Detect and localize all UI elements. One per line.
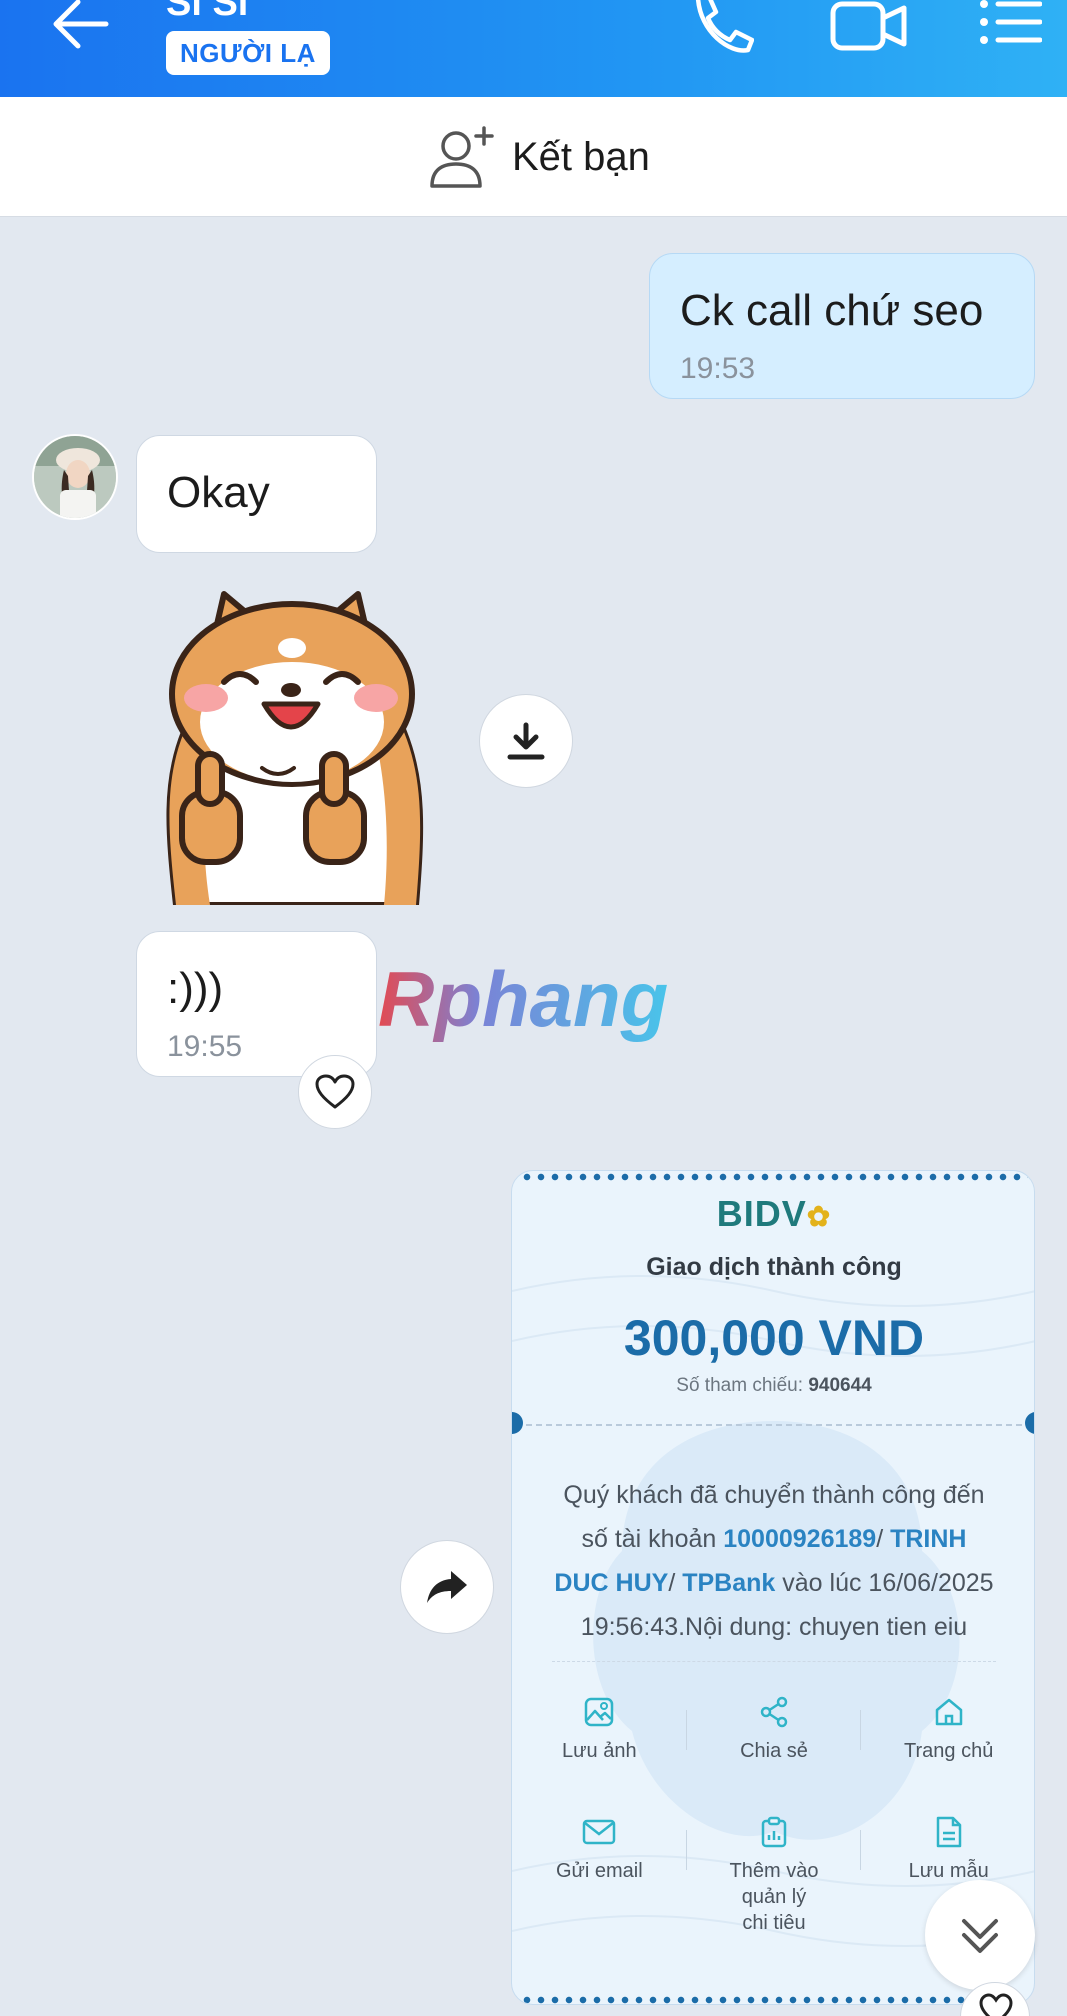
action-label: Chia sẻ (740, 1740, 808, 1762)
react-heart-button[interactable] (298, 1055, 372, 1129)
watermark: Rphang (372, 955, 702, 1056)
message-time: 19:55 (167, 1030, 243, 1063)
desc-line: số tài khoản 10000926189/ TRINH (534, 1517, 1014, 1561)
chat-header: Si Si NGƯỜI LẠ (0, 0, 1067, 97)
download-icon (507, 722, 545, 760)
options-menu-button[interactable] (978, 0, 1043, 54)
transfer-receipt-image[interactable]: BIDV✿ Giao dịch thành công 300,000 VND S… (511, 1170, 1035, 2005)
action-label: Trang chủ (904, 1740, 994, 1762)
recipient-bank: TPBank (682, 1569, 776, 1597)
bidv-flower-icon: ✿ (806, 1201, 832, 1232)
send-email-action: Gửi email (512, 1816, 687, 1936)
transaction-description: Quý khách đã chuyển thành công đến số tà… (534, 1473, 1014, 1649)
back-button[interactable] (50, 0, 110, 50)
contact-name[interactable]: Si Si (166, 0, 248, 25)
add-expense-action: Thêm vào quản lý chi tiêu (687, 1816, 862, 1936)
scroll-to-bottom-button[interactable] (925, 1880, 1035, 1990)
reference-value: 940644 (808, 1375, 872, 1396)
sticker-image[interactable] (154, 582, 429, 908)
contact-avatar[interactable] (32, 434, 118, 520)
reference-label: Số tham chiếu: (676, 1375, 804, 1396)
image-icon (585, 1697, 614, 1727)
save-image-action: Lưu ảnh (512, 1696, 687, 1764)
home-icon (935, 1698, 962, 1726)
message-bubble-incoming[interactable]: Okay (136, 435, 377, 553)
forward-button[interactable] (400, 1540, 494, 1634)
transaction-status: Giao dịch thành công (646, 1253, 902, 1281)
desc-text: vào lúc 16/06/2025 (775, 1569, 994, 1597)
heart-icon (315, 1074, 355, 1109)
video-call-icon (830, 1, 907, 51)
action-label: Lưu ảnh (562, 1740, 637, 1762)
action-label: Thêm vào quản lý chi tiêu (729, 1860, 819, 1934)
phone-icon (696, 0, 755, 53)
desc-line: Quý khách đã chuyển thành công đến (563, 1481, 985, 1509)
watermark-text: Rphang (378, 960, 668, 1043)
home-action: Trang chủ (861, 1696, 1034, 1764)
message-bubble-outgoing[interactable]: Ck call chứ seo 19:53 (649, 253, 1035, 399)
receipt-bottom-edge (520, 1996, 1028, 2004)
bank-logo: BIDV✿ (512, 1193, 1034, 1235)
add-friend-button[interactable]: Kết bạn (428, 121, 650, 193)
desc-line: DUC HUY/ TPBank vào lúc 16/06/2025 (534, 1561, 1014, 1605)
add-friend-bar: Kết bạn (0, 97, 1067, 217)
voice-call-button[interactable] (690, 0, 755, 54)
video-call-button[interactable] (830, 0, 908, 54)
clipboard-chart-icon (761, 1816, 787, 1848)
stranger-badge: NGƯỜI LẠ (166, 31, 330, 75)
message-time: 19:53 (680, 352, 756, 385)
desc-text: / (668, 1569, 683, 1597)
add-friend-label: Kết bạn (512, 134, 650, 179)
recipient-name: TRINH (890, 1525, 967, 1553)
receipt-actions-row: Lưu ảnh Chia sẻ Trang chủ (512, 1696, 1034, 1764)
menu-list-icon (980, 0, 1043, 44)
receipt-top-edge (520, 1173, 1028, 1181)
action-label: Gửi email (555, 1860, 643, 1882)
shiba-dog-sticker-icon (166, 591, 424, 908)
share-icon (760, 1696, 788, 1728)
desc-line: 19:56:43.Nội dung: chuyen tien eiu (580, 1613, 968, 1641)
double-chevron-down-icon (962, 1919, 998, 1953)
react-heart-button[interactable] (960, 1982, 1030, 2016)
desc-text: / (876, 1525, 891, 1553)
message-text: Okay (167, 468, 270, 517)
heart-icon (979, 1993, 1013, 2016)
desc-text: số tài khoản (581, 1525, 724, 1553)
reference-number: Số tham chiếu: 940644 (512, 1375, 1034, 1397)
account-number: 10000926189 (723, 1525, 877, 1553)
receipt-divider (552, 1661, 996, 1662)
back-arrow-icon (53, 0, 109, 49)
share-forward-icon (427, 1571, 467, 1603)
message-text: Ck call chứ seo (680, 286, 984, 335)
email-icon (583, 1819, 616, 1845)
download-sticker-button[interactable] (479, 694, 573, 788)
share-action: Chia sẻ (687, 1696, 862, 1764)
document-icon (936, 1816, 961, 1848)
message-text: :))) (167, 964, 224, 1013)
add-user-icon (430, 126, 494, 188)
recipient-name: DUC HUY (554, 1569, 669, 1597)
bank-name: BIDV (716, 1193, 807, 1234)
receipt-divider (526, 1424, 1022, 1426)
transaction-amount: 300,000 VND (623, 1310, 925, 1366)
